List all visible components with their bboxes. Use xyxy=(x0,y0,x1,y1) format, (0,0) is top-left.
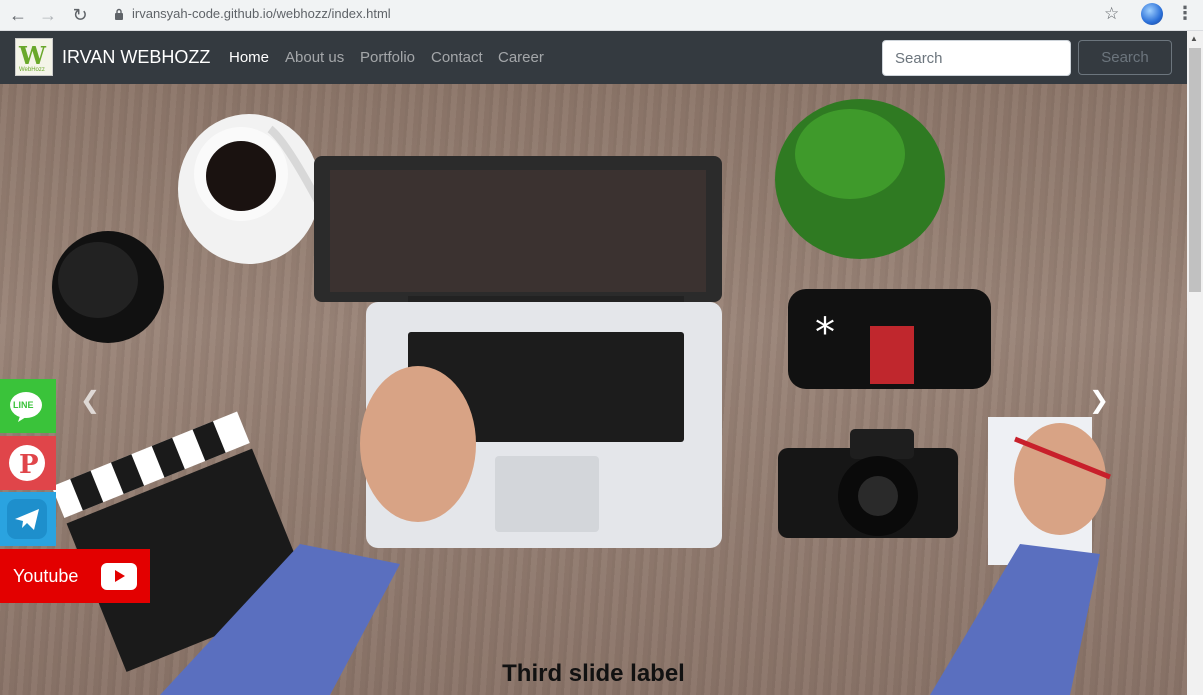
nav-contact[interactable]: Contact xyxy=(431,49,483,66)
telegram-icon xyxy=(7,499,47,539)
forward-icon[interactable]: → xyxy=(36,4,60,26)
search-input[interactable] xyxy=(882,40,1071,76)
svg-text:P: P xyxy=(19,450,39,480)
url-text[interactable]: irvansyah-code.github.io/webhozz/index.h… xyxy=(132,6,391,21)
scroll-up-arrow-icon[interactable]: ▲ xyxy=(1190,34,1198,43)
chevron-right-icon[interactable]: ❯ xyxy=(1089,386,1109,415)
logo-mark: W xyxy=(19,41,46,70)
logo-subtext: WebHozz xyxy=(19,67,45,73)
telegram-button[interactable] xyxy=(0,492,56,546)
nav-home[interactable]: Home xyxy=(229,49,269,66)
site-logo[interactable]: W WebHozz xyxy=(15,38,53,76)
reload-icon[interactable]: ↻ xyxy=(68,4,92,26)
hero-image: * xyxy=(51,99,1111,695)
nav-about-us[interactable]: About us xyxy=(285,49,344,66)
pinterest-icon: P xyxy=(9,445,45,481)
menu-kebab-icon[interactable]: ⋮ xyxy=(1176,3,1194,24)
svg-text:*: * xyxy=(815,310,835,356)
pinterest-button[interactable]: P xyxy=(0,436,56,490)
bookmark-star-icon[interactable]: ☆ xyxy=(1104,4,1119,24)
site-brand[interactable]: IRVAN WEBHOZZ xyxy=(62,47,210,68)
scrollbar-thumb[interactable] xyxy=(1189,48,1201,292)
nav-portfolio[interactable]: Portfolio xyxy=(360,49,415,66)
line-label: LINE xyxy=(13,400,34,410)
youtube-label: Youtube xyxy=(13,566,79,586)
nav-career[interactable]: Career xyxy=(498,49,544,66)
back-icon[interactable]: ← xyxy=(6,4,30,26)
hero-carousel: * xyxy=(0,84,1187,695)
carousel-caption: Third slide label xyxy=(502,660,685,687)
chevron-left-icon[interactable]: ❮ xyxy=(80,386,100,415)
play-icon xyxy=(115,570,125,582)
search-button[interactable]: Search xyxy=(1078,40,1172,75)
profile-avatar[interactable] xyxy=(1141,3,1163,25)
lock-icon xyxy=(115,8,123,20)
